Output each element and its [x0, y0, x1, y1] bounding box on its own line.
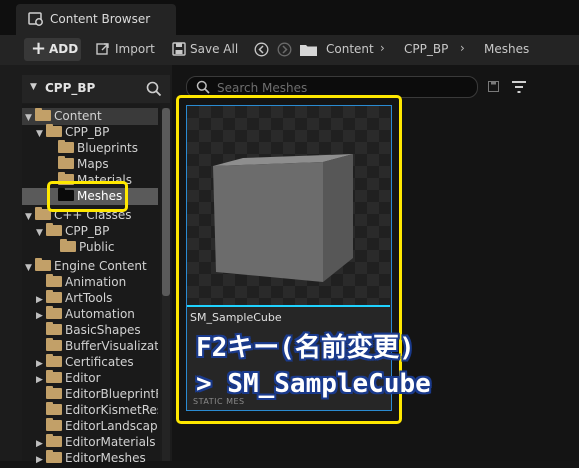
tree-item-label: Content	[54, 109, 102, 123]
tree-item-buffervisualization[interactable]: BufferVisualizat	[46, 338, 158, 354]
tree-item-editorblueprintresources[interactable]: EditorBlueprintR	[46, 386, 158, 402]
chevron-down-icon[interactable]: ▼	[25, 209, 35, 225]
tree-item-arttools[interactable]: ▶ ArtTools	[36, 290, 112, 306]
tree-item-content[interactable]: ▼ Content	[25, 108, 102, 124]
tree-item-editorkismetresources[interactable]: EditorKismetRes	[46, 402, 158, 418]
chevron-down-icon[interactable]: ▼	[36, 126, 46, 142]
tree-item-label: Automation	[65, 307, 135, 321]
plus-icon: +	[31, 38, 47, 59]
import-button[interactable]: Import	[115, 42, 155, 56]
forward-arrow-icon[interactable]	[277, 42, 292, 57]
tree-item-label: CPP_BP	[65, 125, 110, 139]
tree-item-label: BasicShapes	[65, 323, 141, 337]
tree-item-engine-content[interactable]: ▼ Engine Content	[25, 258, 147, 274]
folder-icon	[46, 322, 62, 335]
import-icon[interactable]	[96, 42, 110, 56]
folder-icon	[35, 108, 51, 121]
add-button-label: ADD	[49, 42, 79, 56]
tab-title: Content Browser	[50, 12, 151, 26]
tree-item-editormeshes[interactable]: ▶ EditorMeshes	[36, 450, 146, 466]
chevron-down-icon[interactable]: ▼	[36, 225, 46, 241]
tree-item-label: EditorMeshes	[65, 451, 146, 465]
folder-icon	[46, 274, 62, 287]
tree-item-blueprints[interactable]: Blueprints	[58, 140, 138, 156]
chevron-down-icon[interactable]: ▼	[25, 110, 35, 126]
tree-item-certificates[interactable]: ▶ Certificates	[36, 354, 134, 370]
chevron-right-icon[interactable]: ▶	[36, 372, 46, 388]
tree-item-automation[interactable]: ▶ Automation	[36, 306, 135, 322]
tree-item-label: Engine Content	[54, 259, 147, 273]
chevron-right-icon[interactable]: ▶	[36, 308, 46, 324]
chevron-right-icon[interactable]: ▶	[36, 452, 46, 468]
search-icon[interactable]	[146, 81, 162, 97]
folder-icon	[58, 140, 74, 153]
folder-icon	[46, 354, 62, 367]
search-icon	[196, 80, 210, 94]
tree-item-label: BufferVisualizat	[65, 339, 158, 353]
folder-icon	[46, 402, 62, 415]
folder-icon	[46, 450, 62, 463]
filter-icon[interactable]	[511, 80, 527, 94]
folder-icon	[300, 45, 317, 56]
tree-item-label: EditorLandscape	[65, 419, 158, 433]
chevron-down-icon[interactable]: ▼	[30, 82, 37, 92]
tree-item-editor[interactable]: ▶ Editor	[36, 370, 101, 386]
annotation-line-1: F2キー(名前変更)	[196, 333, 415, 363]
save-all-button[interactable]: Save All	[190, 42, 238, 56]
tree-scrollbar-thumb[interactable]	[162, 108, 170, 296]
tree-item-label: EditorMaterials	[65, 435, 156, 449]
content-browser-icon	[28, 12, 43, 26]
tree-item-maps[interactable]: Maps	[58, 156, 109, 172]
tree-item-label: Animation	[65, 275, 127, 289]
tree-item-public[interactable]: Public	[60, 239, 115, 255]
folder-icon	[35, 258, 51, 271]
highlight-box-meshes-folder	[47, 181, 128, 212]
tree-item-editorlandscaperesources[interactable]: EditorLandscape	[46, 418, 158, 434]
tree-item-label: Blueprints	[77, 141, 139, 155]
annotation-line-2: > SM_SampleCube	[196, 369, 431, 399]
tree-item-label: ArtTools	[65, 291, 113, 305]
tree-item-cpp-bp[interactable]: ▼ CPP_BP	[36, 124, 109, 140]
tree-item-label: Editor	[65, 371, 101, 385]
tree-item-label: CPP_BP	[65, 224, 110, 238]
folder-icon	[46, 434, 62, 447]
tab-content-browser[interactable]: Content Browser	[16, 4, 176, 35]
sources-header: ▼ CPP_BP	[22, 75, 170, 103]
cpp-folder-icon	[60, 239, 76, 252]
cpp-folder-icon	[46, 223, 62, 236]
tree-item-basicshapes[interactable]: BasicShapes	[46, 322, 141, 338]
annotation-caption: F2キー(名前変更) > SM_SampleCube	[196, 330, 431, 402]
folder-icon	[46, 370, 62, 383]
breadcrumb-cpp-bp[interactable]: CPP_BP	[404, 42, 448, 56]
chevron-down-icon[interactable]: ▼	[25, 260, 35, 276]
chevron-right-icon: ›	[460, 41, 465, 55]
folder-icon	[46, 386, 62, 399]
save-icon[interactable]	[172, 42, 186, 56]
breadcrumb-meshes[interactable]: Meshes	[484, 42, 529, 56]
back-arrow-icon[interactable]	[254, 42, 269, 57]
chevron-right-icon: ›	[380, 41, 385, 55]
tree-item-animation[interactable]: Animation	[46, 274, 126, 290]
tree-item-cpp-bp-classes[interactable]: ▼ CPP_BP	[36, 223, 109, 239]
tree-item-label: Public	[79, 240, 115, 254]
tree-item-label: EditorBlueprintR	[65, 387, 158, 401]
sources-header-title: CPP_BP	[45, 81, 96, 95]
folder-icon	[46, 290, 62, 303]
folder-icon	[46, 306, 62, 319]
folder-icon	[58, 156, 74, 169]
folder-icon	[46, 124, 62, 137]
breadcrumb-content[interactable]: Content	[326, 42, 374, 56]
add-button[interactable]: + ADD	[24, 38, 81, 61]
tree-item-label: EditorKismetRes	[65, 403, 158, 417]
tree-item-label: Maps	[77, 157, 109, 171]
tree-item-editormaterials[interactable]: ▶ EditorMaterials	[36, 434, 156, 450]
tree-item-label: Certificates	[65, 355, 134, 369]
folder-icon	[46, 338, 62, 351]
save-search-icon[interactable]	[488, 81, 499, 92]
folder-icon	[46, 418, 62, 431]
